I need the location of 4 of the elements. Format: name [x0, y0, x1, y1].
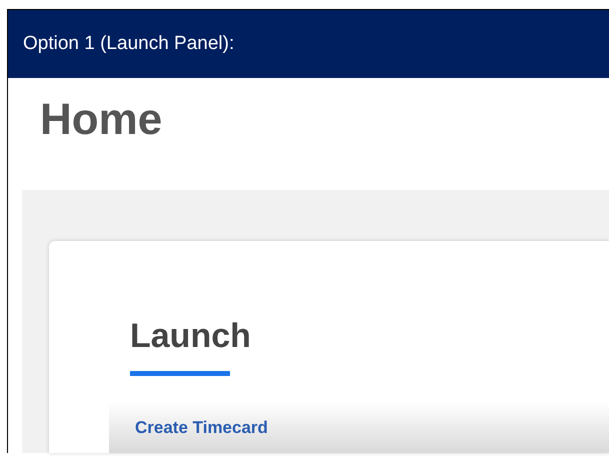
card-title: Launch: [130, 319, 251, 353]
page-title: Home: [40, 98, 164, 142]
create-link[interactable]: Create Timecard: [135, 414, 268, 440]
header-title: Option 1 (Launch Panel):: [23, 32, 234, 56]
